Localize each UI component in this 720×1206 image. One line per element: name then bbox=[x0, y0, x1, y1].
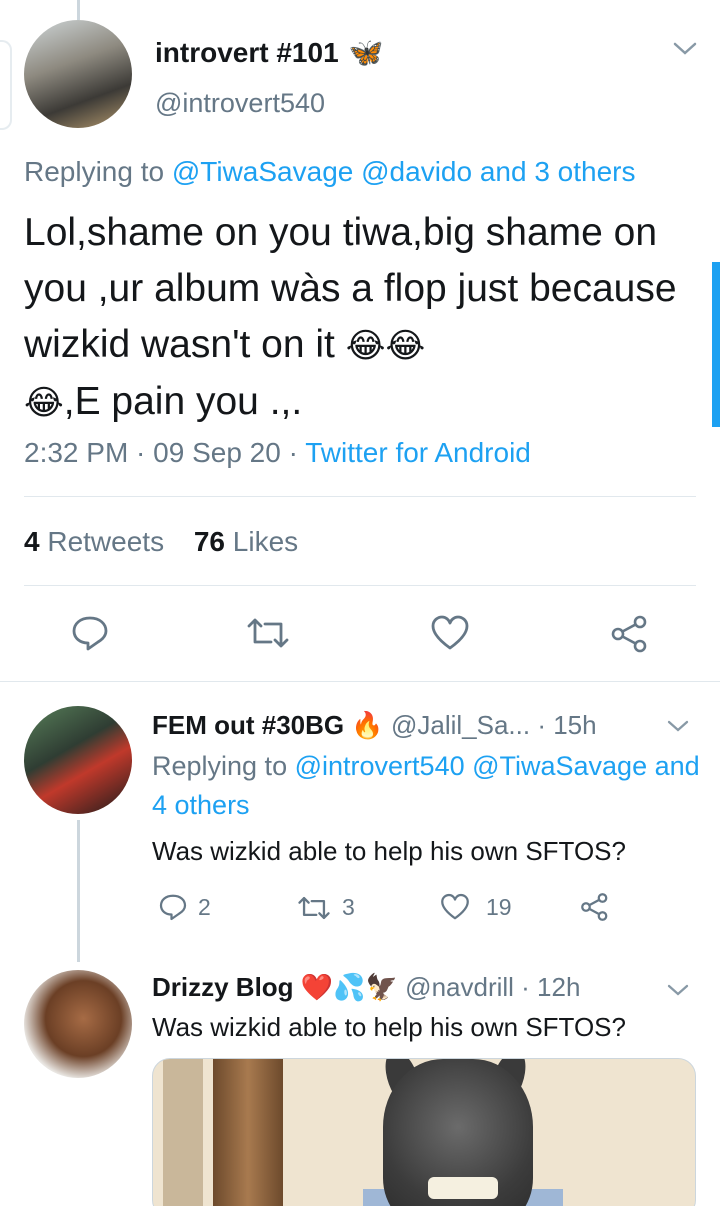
divider bbox=[24, 585, 696, 586]
retweet-count: 3 bbox=[342, 894, 355, 920]
like-count: 19 bbox=[486, 893, 512, 920]
share-action[interactable] bbox=[580, 892, 620, 922]
reply-icon bbox=[159, 894, 187, 921]
image-teeth bbox=[428, 1177, 498, 1199]
reply-handle[interactable]: @navdrill bbox=[405, 972, 514, 1002]
main-handle[interactable]: @introvert540 bbox=[155, 88, 325, 119]
scrollbar-thumb[interactable] bbox=[712, 262, 720, 427]
tweet-source[interactable]: Twitter for Android bbox=[305, 437, 531, 468]
chevron-down-icon[interactable] bbox=[666, 712, 690, 740]
likes-count: 76 bbox=[193, 526, 226, 557]
like-action[interactable]: 19 bbox=[440, 892, 512, 922]
retweets-count: 4 bbox=[24, 526, 40, 557]
reply-replying-to: Replying to @introvert540 @TiwaSavage an… bbox=[152, 747, 702, 825]
reply-header: Drizzy Blog ❤️💦🦅 @navdrill · 12h bbox=[152, 972, 580, 1003]
reply-text: Was wizkid able to help his own SFTOS? bbox=[152, 836, 626, 866]
like-icon[interactable] bbox=[430, 614, 470, 652]
avatar-introvert[interactable] bbox=[24, 20, 132, 128]
chevron-down-icon[interactable] bbox=[672, 36, 698, 64]
reply-icon[interactable] bbox=[70, 614, 110, 652]
retweets-label: Retweets bbox=[47, 526, 165, 557]
tweet-time: 2:32 PM · 09 Sep 20 · bbox=[24, 437, 306, 468]
tweet-text-part2: ,E pain you .,. bbox=[63, 380, 303, 423]
reply-media-image[interactable] bbox=[152, 1058, 696, 1206]
share-icon bbox=[581, 893, 608, 921]
reply-handle[interactable]: @Jalil_Sa... bbox=[391, 710, 530, 740]
replying-to-line: Replying to @TiwaSavage @davido and 3 ot… bbox=[24, 156, 636, 188]
reply-time: · 12h bbox=[521, 972, 581, 1002]
tweet-stats: 4 Retweets 76 Likes bbox=[24, 526, 298, 558]
laugh-emoji: 😂 bbox=[24, 384, 64, 422]
reply-text: Was wizkid able to help his own SFTOS? bbox=[152, 1012, 626, 1042]
laugh-emoji: 😂 bbox=[345, 327, 386, 365]
retweet-action[interactable]: 3 bbox=[296, 894, 355, 921]
reply-display-name[interactable]: FEM out #30BG bbox=[152, 710, 344, 740]
image-wall bbox=[163, 1059, 203, 1206]
retweet-icon[interactable] bbox=[245, 616, 291, 650]
replying-prefix: Replying to bbox=[152, 751, 288, 781]
share-icon[interactable] bbox=[610, 614, 650, 654]
like-icon bbox=[441, 893, 469, 920]
display-name-text: introvert #101 bbox=[155, 37, 339, 68]
main-display-name[interactable]: introvert #101 🦋 bbox=[155, 36, 384, 69]
tweet-meta: 2:32 PM · 09 Sep 20 · Twitter for Androi… bbox=[24, 437, 531, 469]
left-edge-tab bbox=[0, 40, 12, 130]
laugh-emoji: 😂 bbox=[385, 327, 426, 365]
avatar-drizzy-blog[interactable] bbox=[24, 970, 132, 1078]
tweet-text: Lol,shame on you tiwa,big shame on you ,… bbox=[24, 205, 696, 431]
image-door bbox=[213, 1059, 283, 1206]
replying-to-links[interactable]: @TiwaSavage @davido and 3 others bbox=[172, 156, 636, 187]
reply-time: · 15h bbox=[537, 710, 597, 740]
reply-header: FEM out #30BG 🔥 @Jalil_Sa... · 15h bbox=[152, 710, 597, 741]
reply-display-name[interactable]: Drizzy Blog bbox=[152, 972, 294, 1002]
retweet-icon bbox=[298, 896, 330, 919]
avatar-fem-out[interactable] bbox=[24, 706, 132, 814]
reply-action[interactable]: 2 bbox=[158, 892, 211, 922]
retweets-stat[interactable]: 4 Retweets bbox=[24, 526, 164, 557]
likes-stat[interactable]: 76 Likes bbox=[194, 526, 298, 557]
likes-label: Likes bbox=[232, 526, 299, 557]
replying-prefix: Replying to bbox=[24, 156, 165, 187]
chevron-down-icon[interactable] bbox=[666, 976, 690, 1004]
thread-line-top bbox=[77, 0, 80, 20]
name-emojis: ❤️💦🦅 bbox=[300, 972, 398, 1002]
divider bbox=[24, 496, 696, 497]
fire-emoji: 🔥 bbox=[351, 710, 384, 740]
divider bbox=[0, 681, 720, 682]
thread-line bbox=[77, 820, 80, 962]
butterfly-emoji: 🦋 bbox=[348, 37, 384, 68]
reply-count: 2 bbox=[198, 893, 211, 920]
